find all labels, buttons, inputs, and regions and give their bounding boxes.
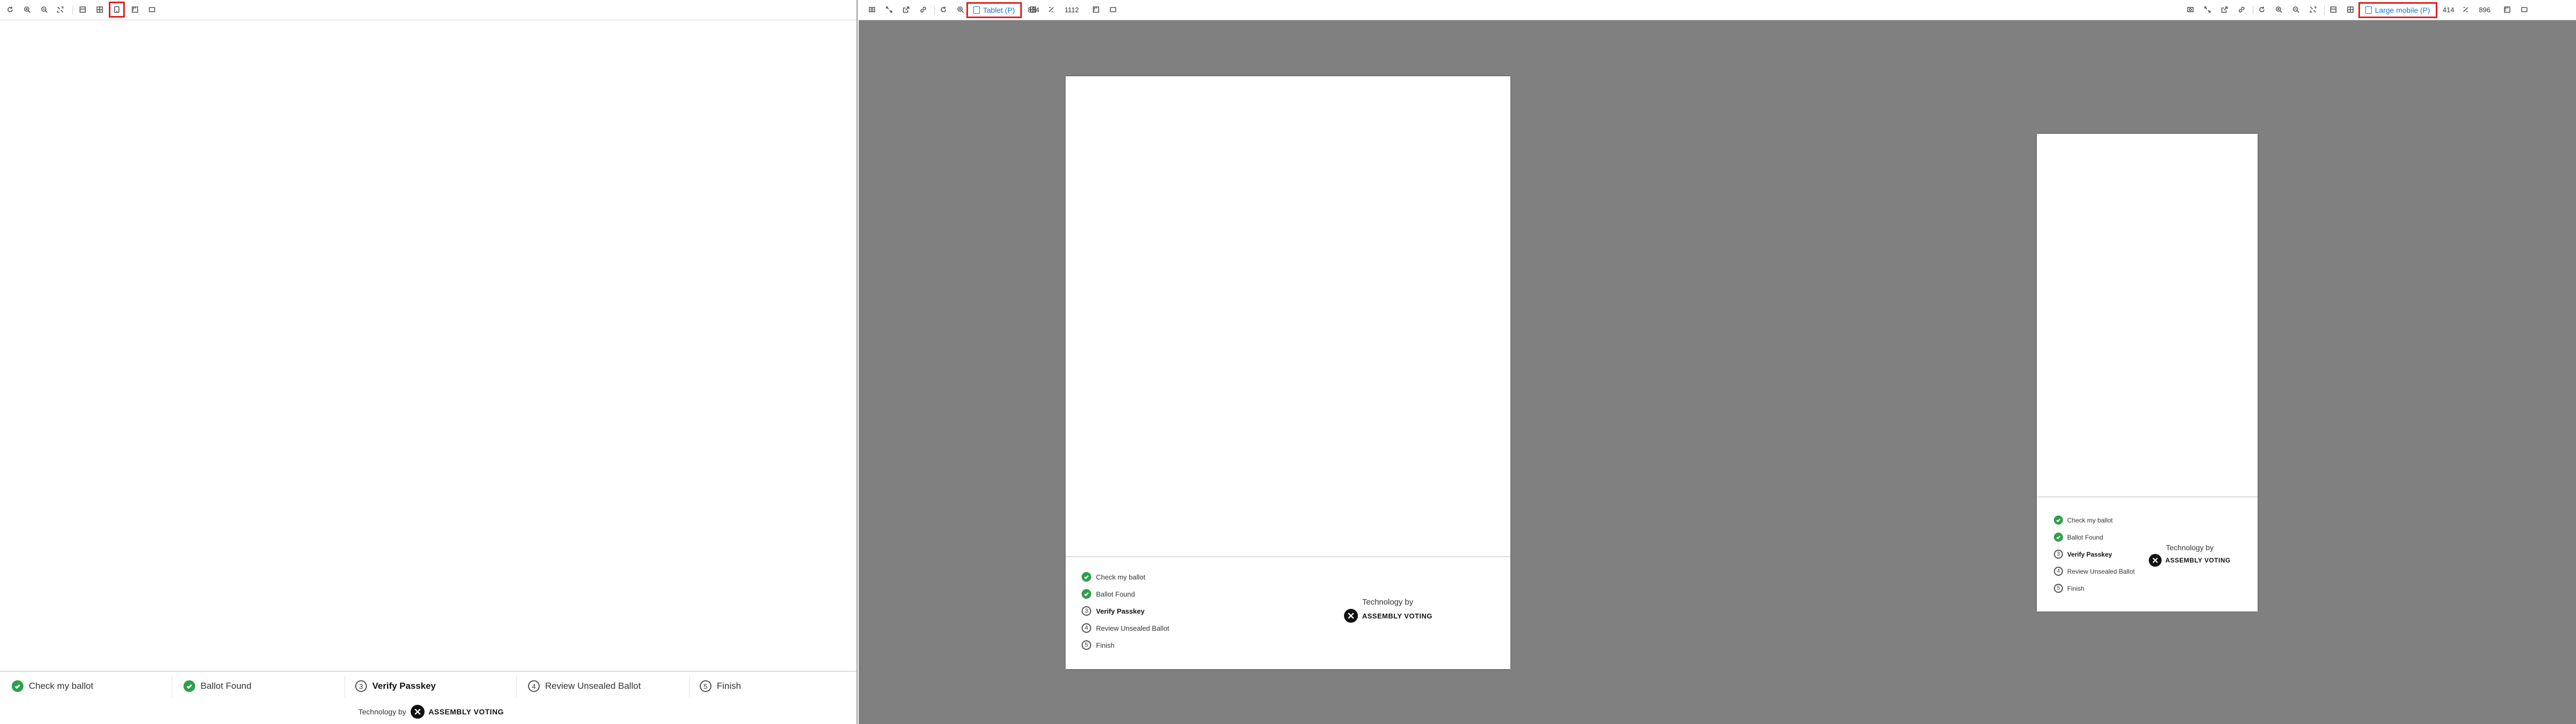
- technology-by: Technology by ASSEMBLY VOTING: [2149, 543, 2230, 567]
- desktop-toolbar: [0, 0, 857, 20]
- step-finish: 5 Finish: [700, 680, 741, 692]
- step-ballot-found: Ballot Found: [2054, 533, 2103, 542]
- mobile-preview-pane: Large mobile (P) 414 896 Check my ballot…: [1717, 0, 2576, 724]
- check-icon: [1082, 589, 1091, 599]
- grid-icon[interactable]: [95, 5, 105, 14]
- tablet-frame: Check my ballot Ballot Found 3 Verify Pa…: [1066, 76, 1510, 669]
- frame-icon[interactable]: [2519, 5, 2529, 14]
- check-icon: [2054, 516, 2063, 525]
- zoom-in-icon[interactable]: [956, 5, 965, 14]
- check-icon: [12, 680, 23, 692]
- open-new-icon[interactable]: [901, 5, 911, 14]
- mobile-toolbar: Large mobile (P) 414 896: [1717, 0, 2576, 20]
- desktop-preview-pane: Check my ballot Ballot Found 3 Verify Pa…: [0, 0, 858, 724]
- device-selector-button[interactable]: Tablet (P): [966, 2, 1022, 18]
- viewport-height[interactable]: 1112: [1065, 6, 1079, 14]
- ruler-icon[interactable]: [1091, 5, 1101, 14]
- assembly-voting-logo-icon: [2149, 554, 2162, 567]
- step-finish: 5 Finish: [2054, 584, 2084, 593]
- step-number: 5: [1082, 640, 1091, 650]
- technology-by: Technology by ASSEMBLY VOTING: [1344, 598, 1433, 623]
- zoom-in-icon[interactable]: [2274, 5, 2284, 14]
- assembly-voting-logo-icon: [410, 705, 425, 719]
- assembly-voting-logo-icon: [1344, 609, 1358, 623]
- fit-icon[interactable]: [55, 5, 65, 14]
- step-review-unsealed-ballot: 4 Review Unsealed Ballot: [2054, 567, 2135, 576]
- step-number: 3: [2054, 550, 2063, 559]
- step-review-unsealed-ballot: 4 Review Unsealed Ballot: [528, 680, 641, 692]
- tablet-toolbar: Tablet (P) 834 1112: [859, 0, 1717, 20]
- tablet-icon: [973, 6, 980, 14]
- layout-icon[interactable]: [78, 5, 87, 14]
- step-number: 4: [1082, 623, 1091, 633]
- step-ballot-found: Ballot Found: [183, 680, 251, 692]
- zoom-out-icon[interactable]: [2291, 5, 2301, 14]
- rotate-icon[interactable]: [1046, 5, 1056, 14]
- step-ballot-found: Ballot Found: [1082, 589, 1135, 599]
- viewport-width[interactable]: 834: [1028, 6, 1039, 14]
- step-check-my-ballot: Check my ballot: [12, 680, 93, 692]
- check-icon: [1082, 572, 1091, 582]
- ruler-icon[interactable]: [2502, 5, 2512, 14]
- refresh-icon[interactable]: [939, 5, 948, 14]
- expand-icon[interactable]: [884, 5, 894, 14]
- mobile-frame: Check my ballot Ballot Found 3 Verify Pa…: [2037, 134, 2258, 612]
- step-check-my-ballot: Check my ballot: [2054, 516, 2113, 525]
- tablet-preview-pane: Tablet (P) 834 1112 Check my ballot Ball…: [859, 0, 1717, 724]
- mobile-icon: [2365, 6, 2372, 14]
- refresh-icon[interactable]: [5, 5, 15, 14]
- step-review-unsealed-ballot: 4 Review Unsealed Ballot: [1082, 623, 1169, 633]
- step-verify-passkey: 3 Verify Passkey: [2054, 550, 2112, 559]
- tablet-footer: Check my ballot Ballot Found 3 Verify Pa…: [1066, 556, 1510, 669]
- screenshot-icon[interactable]: [2186, 5, 2195, 14]
- desktop-footer: Check my ballot Ballot Found 3 Verify Pa…: [0, 671, 857, 724]
- check-icon: [2054, 533, 2063, 542]
- fit-icon[interactable]: [2308, 5, 2318, 14]
- layout-icon[interactable]: [2329, 5, 2338, 14]
- frame-icon[interactable]: [147, 5, 157, 14]
- viewport-height[interactable]: 896: [2479, 6, 2491, 14]
- device-selector-button[interactable]: Large mobile (P): [2358, 2, 2437, 18]
- check-icon: [183, 680, 195, 692]
- step-number: 5: [700, 680, 711, 692]
- step-check-my-ballot: Check my ballot: [1082, 572, 1145, 582]
- step-verify-passkey: 3 Verify Passkey: [355, 680, 436, 692]
- frame-icon[interactable]: [1108, 5, 1118, 14]
- open-new-icon[interactable]: [2220, 5, 2229, 14]
- link-icon[interactable]: [918, 5, 928, 14]
- grid-icon[interactable]: [2346, 5, 2355, 14]
- screenshot-icon[interactable]: [867, 5, 877, 14]
- link-icon[interactable]: [2237, 5, 2246, 14]
- step-finish: 5 Finish: [1082, 640, 1115, 650]
- step-number: 3: [355, 680, 367, 692]
- technology-by: Technology by ASSEMBLY VOTING: [358, 705, 504, 719]
- zoom-out-icon[interactable]: [39, 5, 49, 14]
- zoom-in-icon[interactable]: [22, 5, 32, 14]
- step-number: 3: [1082, 606, 1091, 616]
- mobile-footer: Check my ballot Ballot Found 3 Verify Pa…: [2037, 496, 2258, 612]
- refresh-icon[interactable]: [2257, 5, 2267, 14]
- step-number: 4: [2054, 567, 2063, 576]
- step-verify-passkey: 3 Verify Passkey: [1082, 606, 1145, 616]
- ruler-icon[interactable]: [130, 5, 140, 14]
- step-number: 4: [528, 680, 540, 692]
- expand-icon[interactable]: [2203, 5, 2212, 14]
- tablet-icon[interactable]: [109, 2, 125, 18]
- rotate-icon[interactable]: [2461, 5, 2470, 14]
- viewport-width[interactable]: 414: [2443, 6, 2454, 14]
- step-number: 5: [2054, 584, 2063, 593]
